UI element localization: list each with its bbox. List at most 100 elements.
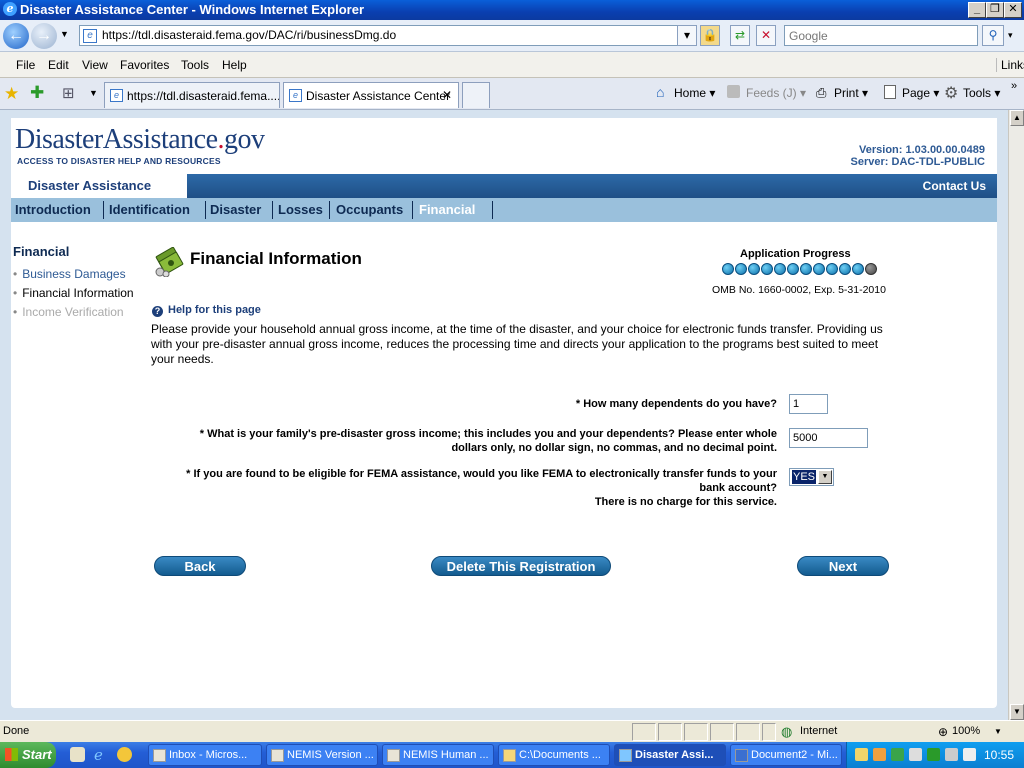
site-logo[interactable]: DisasterAssistance.gov <box>15 124 265 156</box>
mail-tray-icon[interactable] <box>855 748 868 761</box>
add-favorite-icon[interactable]: ✚ <box>30 83 44 103</box>
eft-question-line1: * If you are found to be eligible for FE… <box>186 468 777 480</box>
menu-favorites[interactable]: Favorites <box>120 58 169 72</box>
income-input[interactable]: 5000 <box>789 428 868 448</box>
menu-help[interactable]: Help <box>222 58 247 72</box>
security-lock-icon[interactable]: 🔒 <box>700 25 720 46</box>
site-container: DisasterAssistance.gov ACCESS TO DISASTE… <box>11 118 997 708</box>
help-link[interactable]: ? Help for this page <box>152 304 261 317</box>
address-dropdown-icon[interactable]: ▾ <box>677 25 697 46</box>
dependents-input[interactable]: 1 <box>789 394 828 414</box>
antivirus-tray-icon[interactable] <box>927 748 940 761</box>
taskbar-label: Document2 - Mi... <box>751 749 838 761</box>
search-input[interactable]: Google <box>784 25 978 46</box>
progress-step-dot <box>865 263 877 275</box>
page-viewport: DisasterAssistance.gov ACCESS TO DISASTE… <box>0 110 1008 720</box>
tab-disaster-assistance-center[interactable]: e Disaster Assistance Center ✕ <box>283 82 459 108</box>
quick-tabs-icon[interactable]: ⊞ <box>62 84 75 102</box>
maximize-button[interactable]: ❐ <box>986 2 1004 18</box>
nav-occupants[interactable]: Occupants <box>336 202 403 217</box>
site-tagline: ACCESS TO DISASTER HELP AND RESOURCES <box>17 156 221 166</box>
version-text: Version: 1.03.00.00.0489 <box>859 144 985 156</box>
favorites-star-icon[interactable]: ★ <box>4 84 19 104</box>
tools-label: Tools <box>963 86 992 100</box>
security-tray-icon[interactable] <box>891 748 904 761</box>
scroll-down-icon[interactable]: ▼ <box>1010 704 1024 720</box>
search-options-icon[interactable]: ▾ <box>1008 30 1013 41</box>
menu-view[interactable]: View <box>82 58 108 72</box>
home-button[interactable]: ⌂ Home ▾ <box>656 84 715 100</box>
outlook-tray-icon[interactable] <box>873 748 886 761</box>
refresh-icon[interactable]: ⇄ <box>730 25 750 46</box>
taskbar-item-inbox[interactable]: Inbox - Micros... <box>148 744 262 766</box>
feeds-icon <box>727 85 740 98</box>
nav-disaster[interactable]: Disaster <box>210 202 261 217</box>
next-button[interactable]: Next <box>797 556 889 576</box>
progress-step-dot <box>748 263 760 275</box>
side-item-income-verification: • Income Verification <box>13 305 124 319</box>
taskbar-item-nemis-human[interactable]: NEMIS Human ... <box>382 744 494 766</box>
nav-financial[interactable]: Financial <box>419 202 475 217</box>
taskbar-item-document2[interactable]: Document2 - Mi... <box>730 744 842 766</box>
help-icon: ? <box>152 306 163 317</box>
taskbar-item-nemis-version[interactable]: NEMIS Version ... <box>266 744 378 766</box>
outlook-icon <box>153 749 166 762</box>
stop-icon[interactable]: ✕ <box>756 25 776 46</box>
zoom-dropdown-icon[interactable]: ▼ <box>994 727 1002 736</box>
clock: 10:55 <box>983 748 1014 762</box>
quicklaunch-outlook-icon[interactable] <box>117 747 132 762</box>
start-button[interactable]: Start <box>0 742 56 768</box>
tab-list-dropdown-icon[interactable]: ▼ <box>89 88 98 98</box>
version-info: Version: 1.03.00.00.0489 Server: DAC-TDL… <box>851 144 985 168</box>
vertical-scrollbar[interactable]: ▲ ▼ <box>1008 110 1024 720</box>
delete-registration-button[interactable]: Delete This Registration <box>431 556 611 576</box>
taskbar-item-documents[interactable]: C:\Documents ... <box>498 744 610 766</box>
status-cell <box>684 723 708 741</box>
dependents-question: * How many dependents do you have? <box>575 398 777 410</box>
nav-separator <box>103 201 104 219</box>
address-input[interactable]: e https://tdl.disasteraid.fema.gov/DAC/r… <box>79 25 693 46</box>
taskbar-item-disaster-assistance[interactable]: Disaster Assi... <box>614 744 726 766</box>
eft-select[interactable]: YES ▼ <box>789 468 834 486</box>
main-nav: Introduction Identification Disaster Los… <box>11 198 997 222</box>
toolbar-overflow-icon[interactable]: » <box>1011 80 1017 92</box>
print-button[interactable]: ⎙ Print ▾ <box>816 85 868 100</box>
volume-tray-icon[interactable] <box>963 748 976 761</box>
address-bar-row: ← → ▼ e https://tdl.disasteraid.fema.gov… <box>0 20 1024 52</box>
nav-identification[interactable]: Identification <box>109 202 190 217</box>
menu-edit[interactable]: Edit <box>48 58 69 72</box>
search-icon[interactable]: ⚲ <box>982 25 1004 46</box>
minimize-button[interactable]: _ <box>968 2 986 18</box>
close-window-button[interactable]: ✕ <box>1004 2 1022 18</box>
back-button[interactable]: Back <box>154 556 246 576</box>
taskbar-label: C:\Documents ... <box>519 749 601 761</box>
nav-losses[interactable]: Losses <box>278 202 323 217</box>
nav-separator <box>205 201 206 219</box>
tools-menu-button[interactable]: ⚙ Tools ▾ <box>944 85 1000 102</box>
forward-nav-button[interactable]: → <box>31 23 57 49</box>
address-text: https://tdl.disasteraid.fema.gov/DAC/ri/… <box>102 28 397 42</box>
menu-file[interactable]: File <box>16 58 35 72</box>
eft-question: * If you are found to be eligible for FE… <box>186 467 777 509</box>
quicklaunch-ie-icon[interactable]: e <box>94 746 103 764</box>
nemis-hs-icon <box>387 749 400 762</box>
back-nav-button[interactable]: ← <box>3 23 29 49</box>
intro-text: Please provide your household annual gro… <box>151 322 883 366</box>
side-item-business-damages[interactable]: • Business Damages <box>13 267 126 281</box>
menu-tools[interactable]: Tools <box>181 58 209 72</box>
new-tab-button[interactable] <box>462 82 490 108</box>
tab-tdl-disasteraid[interactable]: e https://tdl.disasteraid.fema.... <box>104 82 280 108</box>
recent-pages-dropdown-icon[interactable]: ▼ <box>60 29 69 39</box>
contact-us-link[interactable]: Contact Us <box>923 179 986 193</box>
scroll-up-icon[interactable]: ▲ <box>1010 110 1024 126</box>
close-tab-icon[interactable]: ✕ <box>442 88 452 102</box>
connection-tray-icon[interactable] <box>945 748 958 761</box>
progress-title: Application Progress <box>740 248 851 260</box>
links-button[interactable]: Links <box>996 58 1024 72</box>
page-menu-button[interactable]: Page ▾ <box>884 85 939 100</box>
feeds-button[interactable]: Feeds (J) ▾ <box>727 85 806 100</box>
quicklaunch-desktop-icon[interactable] <box>70 747 85 762</box>
zoom-level[interactable]: 100% <box>952 725 980 737</box>
network-tray-icon[interactable] <box>909 748 922 761</box>
nav-introduction[interactable]: Introduction <box>15 202 91 217</box>
